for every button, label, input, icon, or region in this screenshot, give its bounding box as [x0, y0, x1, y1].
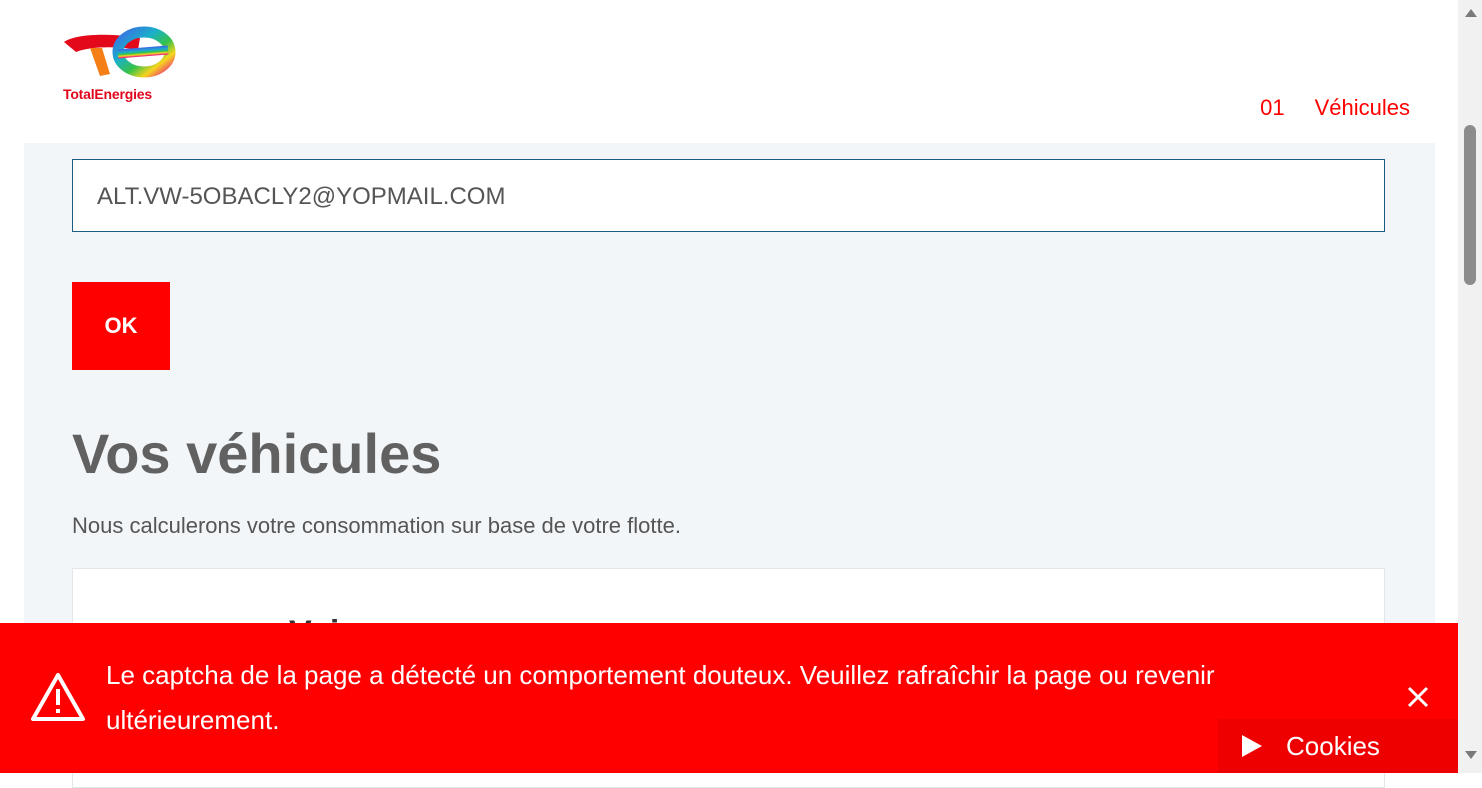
scroll-up-arrow-icon[interactable]	[1465, 9, 1477, 17]
close-icon[interactable]	[1404, 683, 1432, 711]
ok-button[interactable]: OK	[72, 282, 170, 370]
page-title: Vos véhicules	[72, 422, 442, 485]
vertical-scrollbar[interactable]	[1458, 0, 1482, 773]
captcha-alert-banner: Le captcha de la page a détecté un compo…	[0, 623, 1458, 773]
step-label: Véhicules	[1314, 95, 1410, 120]
page-subtitle: Nous calculerons votre consommation sur …	[72, 513, 681, 538]
step-indicator: 01 Véhicules	[1260, 95, 1410, 121]
brand-wordmark: TotalEnergies	[63, 86, 152, 102]
scroll-thumb[interactable]	[1464, 125, 1476, 285]
cookies-button[interactable]: Cookies	[1218, 719, 1458, 773]
step-number: 01	[1260, 95, 1285, 120]
alert-message: Le captcha de la page a détecté un compo…	[106, 660, 1215, 735]
header: TotalEnergies 01 Véhicules	[0, 0, 1458, 143]
cookies-label: Cookies	[1286, 730, 1380, 761]
scroll-down-arrow-icon[interactable]	[1465, 751, 1477, 759]
email-field[interactable]: ALT.VW-5OBACLY2@YOPMAIL.COM	[72, 159, 1385, 232]
warning-icon	[31, 673, 85, 721]
play-icon	[1242, 735, 1262, 757]
